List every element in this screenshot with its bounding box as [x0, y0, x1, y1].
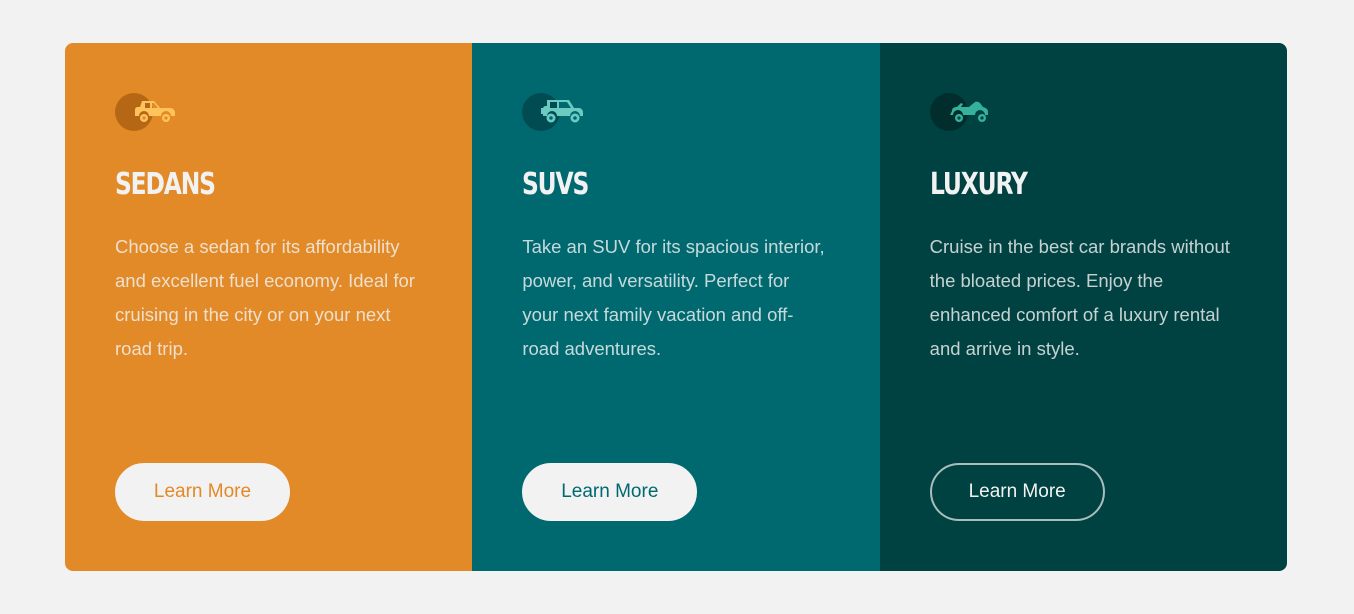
sedan-car-icon-svg — [135, 101, 175, 122]
suv-car-icon-svg — [541, 100, 584, 123]
card-suvs: SUVS Take an SUV for its spacious interi… — [472, 43, 880, 571]
learn-more-button-sedans[interactable]: Learn More — [115, 463, 290, 521]
sedan-car-icon — [115, 93, 179, 133]
luxury-car-icon-svg — [949, 101, 988, 122]
card-sedans: SEDANS Choose a sedan for its affordabil… — [65, 43, 473, 571]
card-title: SEDANS — [115, 167, 216, 202]
learn-more-button-suvs[interactable]: Learn More — [522, 463, 698, 521]
card-description: Choose a sedan for its affordability and… — [115, 236, 415, 359]
card-description: Cruise in the best car brands without th… — [929, 236, 1230, 359]
car-category-cards: SEDANS Choose a sedan for its affordabil… — [65, 43, 1287, 571]
luxury-car-icon — [929, 93, 994, 133]
card-luxury: LUXURY Cruise in the best car brands wit… — [879, 43, 1287, 571]
card-title: LUXURY — [929, 167, 1028, 202]
suv-car-icon — [522, 93, 586, 133]
page: SEDANS Choose a sedan for its affordabil… — [0, 0, 1354, 614]
card-title: SUVS — [522, 167, 589, 202]
card-description: Take an SUV for its spacious interior, p… — [522, 236, 825, 359]
learn-more-button-luxury[interactable]: Learn More — [929, 463, 1105, 521]
